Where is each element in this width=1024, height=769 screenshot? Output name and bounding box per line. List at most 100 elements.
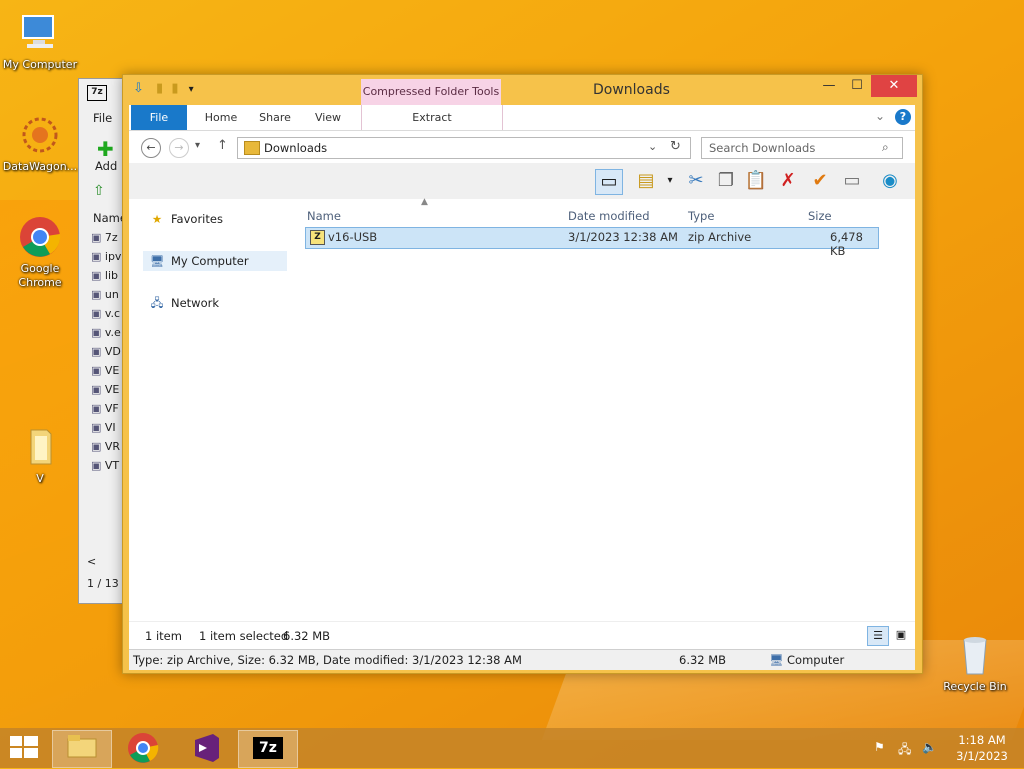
nav-my-computer-label: My Computer bbox=[171, 254, 249, 268]
maximize-button[interactable]: ☐ bbox=[843, 75, 871, 97]
forward-arrow-icon[interactable]: → bbox=[169, 138, 189, 158]
details-info: Type: zip Archive, Size: 6.32 MB, Date m… bbox=[133, 653, 522, 667]
up-folder-icon[interactable]: ⇧ bbox=[93, 183, 105, 199]
nav-favorites[interactable]: ★ Favorites bbox=[149, 209, 223, 229]
delete-icon[interactable]: ✗ bbox=[775, 169, 801, 193]
nav-network-label: Network bbox=[171, 296, 220, 310]
list-item-label: v.c bbox=[104, 307, 121, 320]
file-size: 6,478 KB bbox=[830, 230, 863, 258]
list-item-label: VF bbox=[104, 402, 119, 415]
title-bar[interactable]: ⇩ ▮ ▮ ▾ Compressed Folder Tools Download… bbox=[123, 75, 922, 105]
rename-icon[interactable]: ▭ bbox=[839, 169, 865, 193]
7zip-menu-file[interactable]: File bbox=[93, 111, 112, 125]
address-row: ← → ▾ ↑ Downloads ⌄ ↻ Search Downloads ⌕ bbox=[129, 131, 915, 163]
7zip-icon: 7z bbox=[253, 737, 283, 759]
tab-extract[interactable]: Extract bbox=[361, 105, 503, 130]
large-icons-view-icon[interactable]: ▣ bbox=[891, 626, 911, 644]
column-header-date[interactable]: Date modified bbox=[568, 209, 650, 225]
new-folder-icon[interactable]: ▮ bbox=[156, 81, 163, 96]
desktop-icon-recycle-bin[interactable]: Recycle Bin bbox=[935, 632, 1015, 694]
paste-icon[interactable]: 📋 bbox=[743, 169, 769, 193]
tab-view[interactable]: View bbox=[303, 105, 353, 130]
action-center-flag-icon[interactable]: ⚑ bbox=[874, 740, 885, 754]
address-bar[interactable]: Downloads ⌄ ↻ bbox=[237, 137, 691, 159]
file-icon: ▣ bbox=[91, 326, 105, 339]
file-icon: ▣ bbox=[91, 421, 105, 434]
taskbar-7zip[interactable]: 7z bbox=[238, 730, 298, 768]
file-icon: ▣ bbox=[91, 383, 105, 396]
star-icon: ★ bbox=[151, 212, 163, 226]
list-item-label: un bbox=[104, 288, 119, 301]
navigation-pane: ★ Favorites 🖥 My Computer 🖧 Network bbox=[129, 199, 289, 621]
file-icon: ▣ bbox=[91, 440, 105, 453]
up-arrow-icon[interactable]: ↑ bbox=[217, 138, 228, 153]
copy-icon[interactable]: ❐ bbox=[713, 169, 739, 193]
preview-pane-icon[interactable]: ▭ bbox=[595, 169, 623, 195]
desktop-icon-datawagon[interactable]: DataWagon... bbox=[0, 112, 80, 174]
minimize-button[interactable]: — bbox=[815, 75, 843, 97]
tab-home[interactable]: Home bbox=[195, 105, 247, 130]
list-item-label: VE bbox=[104, 383, 120, 396]
folder-icon[interactable]: ▮ bbox=[171, 81, 178, 96]
network-tray-icon[interactable]: 🖧 bbox=[898, 740, 911, 761]
search-input[interactable]: Search Downloads ⌕ bbox=[701, 137, 903, 159]
nav-my-computer[interactable]: 🖥 My Computer bbox=[143, 251, 287, 271]
list-item-label: v.e bbox=[104, 326, 121, 339]
checkmark-icon[interactable]: ✔ bbox=[807, 169, 833, 193]
compressed-folder-tools-tab[interactable]: Compressed Folder Tools bbox=[361, 79, 501, 105]
search-icon[interactable]: ⌕ bbox=[882, 140, 889, 155]
status-bar: 1 item 1 item selected 6.32 MB ☰ ▣ bbox=[129, 621, 915, 650]
tab-file[interactable]: File bbox=[131, 105, 187, 130]
file-icon: ▣ bbox=[91, 250, 105, 263]
details-view-icon[interactable]: ☰ bbox=[867, 626, 889, 646]
7zip-add-label[interactable]: Add bbox=[95, 159, 117, 173]
chevron-down-icon[interactable]: ▾ bbox=[657, 169, 683, 193]
windows-start-icon[interactable] bbox=[10, 736, 38, 760]
quick-access-toolbar[interactable]: ⇩ ▮ ▮ ▾ bbox=[133, 81, 194, 96]
system-clock[interactable]: 1:18 AM 3/1/2023 bbox=[952, 732, 1012, 764]
back-arrow-icon[interactable]: ← bbox=[141, 138, 161, 158]
help-icon[interactable]: ? bbox=[895, 109, 911, 125]
taskbar-file-explorer[interactable] bbox=[52, 730, 112, 768]
7zip-scroll-left[interactable]: < bbox=[87, 555, 96, 568]
window-title: Downloads bbox=[593, 82, 670, 98]
refresh-icon[interactable]: ↻ bbox=[670, 139, 681, 154]
properties-icon[interactable]: ⇩ bbox=[133, 81, 144, 96]
column-header-type[interactable]: Type bbox=[688, 209, 714, 225]
7zip-logo-icon: 7z bbox=[87, 85, 107, 101]
column-header-name[interactable]: Name bbox=[307, 209, 341, 225]
desktop-icon-chrome[interactable]: Google Chrome bbox=[0, 214, 80, 290]
taskbar-chrome[interactable] bbox=[114, 730, 172, 766]
chevron-down-icon[interactable]: ⌄ bbox=[648, 140, 657, 153]
file-icon: ▣ bbox=[91, 307, 105, 320]
status-selected-size: 6.32 MB bbox=[283, 629, 331, 643]
status-item-count: 1 item bbox=[145, 629, 182, 643]
globe-icon[interactable]: ◉ bbox=[877, 169, 903, 193]
file-icon: ▣ bbox=[91, 459, 105, 472]
recent-locations-chevron-icon[interactable]: ▾ bbox=[195, 140, 200, 151]
nav-network[interactable]: 🖧 Network bbox=[149, 293, 219, 313]
cut-icon[interactable]: ✂ bbox=[683, 169, 709, 193]
properties-folder-icon[interactable]: ▤ bbox=[633, 169, 659, 193]
nav-favorites-label: Favorites bbox=[171, 212, 223, 226]
content-area: ★ Favorites 🖥 My Computer 🖧 Network ▲ Name … bbox=[129, 197, 915, 621]
desktop-icon-folder-v[interactable]: V bbox=[0, 424, 80, 486]
chevron-down-icon[interactable]: ⌄ bbox=[875, 109, 885, 123]
clock-time: 1:18 AM bbox=[958, 733, 1006, 747]
desktop-icon-my-computer[interactable]: My Computer bbox=[0, 10, 80, 72]
taskbar-visual-studio[interactable] bbox=[176, 730, 234, 766]
address-text: Downloads bbox=[264, 141, 328, 155]
visual-studio-icon bbox=[195, 734, 219, 762]
desktop-icon-label: Google Chrome bbox=[18, 262, 62, 289]
desktop-icon-label: DataWagon... bbox=[2, 160, 78, 173]
tab-share[interactable]: Share bbox=[249, 105, 301, 130]
ribbon-tabs[interactable]: File Home Share View Extract ⌄ ? bbox=[129, 105, 915, 131]
file-row[interactable]: Z v16-USB 3/1/2023 12:38 AM zip Archive … bbox=[305, 227, 879, 258]
chevron-down-icon[interactable]: ▾ bbox=[189, 84, 194, 95]
details-bar: Type: zip Archive, Size: 6.32 MB, Date m… bbox=[129, 649, 915, 670]
desktop-icon-label: My Computer bbox=[2, 58, 78, 71]
volume-icon[interactable]: 🔈 bbox=[922, 740, 937, 754]
column-header-size[interactable]: Size bbox=[808, 209, 832, 225]
explorer-window[interactable]: ⇩ ▮ ▮ ▾ Compressed Folder Tools Download… bbox=[122, 74, 923, 674]
close-button[interactable]: ✕ bbox=[871, 75, 917, 97]
